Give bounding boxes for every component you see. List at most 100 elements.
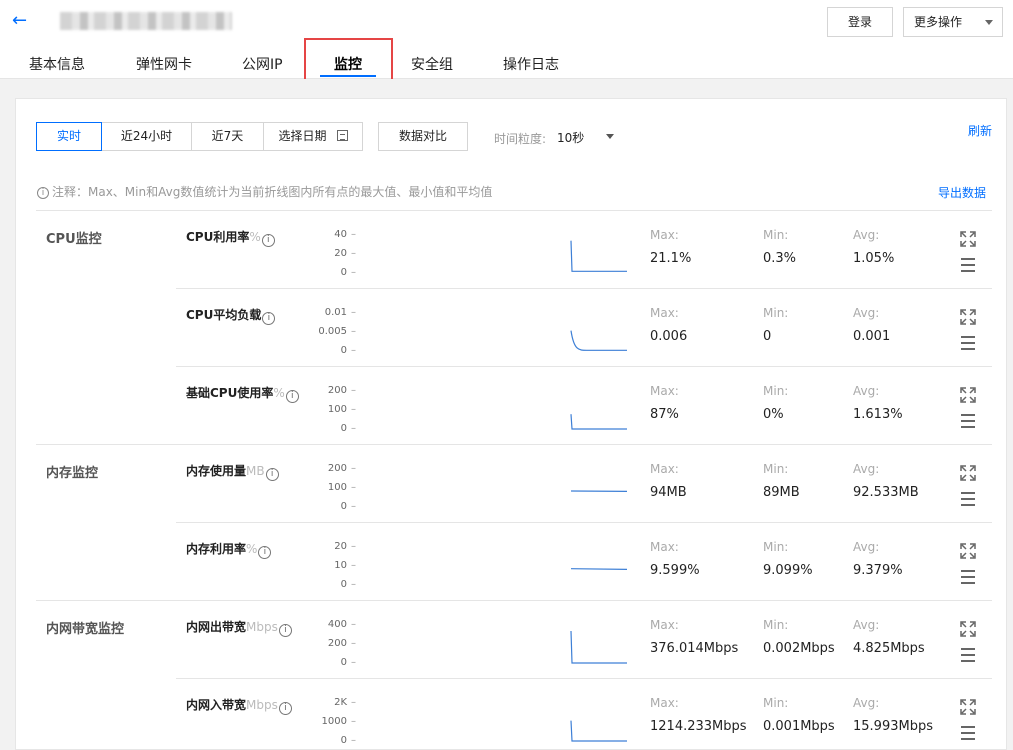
help-icon[interactable]: i <box>278 702 292 715</box>
more-actions-dropdown[interactable]: 更多操作 <box>903 7 1003 37</box>
date-picker-button[interactable]: 选择日期 <box>263 122 363 151</box>
tab-bar: 基本信息 弹性网卡 公网IP 监控 安全组 操作日志 <box>0 44 1013 79</box>
stat-avg-value: 92.533MB <box>853 485 919 500</box>
menu-icon-bar <box>961 654 975 656</box>
stat-min-label: Min: <box>763 540 789 554</box>
menu-icon[interactable] <box>960 569 976 585</box>
metric-name-label: 基础CPU使用率 <box>186 386 274 400</box>
metric-name: 内网出带宽Mbps i <box>186 618 292 637</box>
menu-icon-bar <box>961 738 975 740</box>
stat-max-value: 21.1% <box>650 251 692 266</box>
stat-avg-label: Avg: <box>853 306 880 320</box>
menu-icon[interactable] <box>960 413 976 429</box>
refresh-link[interactable]: 刷新 <box>968 122 992 139</box>
y-axis-tick: 200 <box>300 463 356 474</box>
back-arrow-icon[interactable]: ← <box>12 10 32 32</box>
menu-icon[interactable] <box>960 335 976 351</box>
expand-icon[interactable] <box>960 231 976 247</box>
y-axis-tick: 200 <box>300 638 356 649</box>
expand-icon[interactable] <box>960 465 976 481</box>
date-picker-label: 选择日期 <box>278 129 327 143</box>
sparkline-path <box>570 330 627 351</box>
row-separator <box>36 444 992 445</box>
stat-max-value: 9.599% <box>650 563 700 578</box>
metric-name: 内网入带宽Mbps i <box>186 696 292 715</box>
tab-operation-log[interactable]: 操作日志 <box>503 54 559 74</box>
stat-min-value: 0% <box>763 407 784 422</box>
menu-icon-bar <box>961 342 975 344</box>
toolbar-separator <box>36 210 992 211</box>
stat-min-label: Min: <box>763 618 789 632</box>
metric-unit: Mbps <box>246 620 278 634</box>
granularity-chevron-down-icon[interactable] <box>606 134 614 139</box>
metric-name-label: 内存利用率 <box>186 542 247 556</box>
y-axis-tick: 0 <box>300 501 356 512</box>
sparkline-chart <box>570 240 627 272</box>
range-realtime-button[interactable]: 实时 <box>36 122 102 151</box>
tab-security-group[interactable]: 安全组 <box>411 54 453 74</box>
stat-max-value: 376.014Mbps <box>650 641 739 656</box>
metric-unit: Mbps <box>246 698 278 712</box>
stat-max-value: 0.006 <box>650 329 688 344</box>
menu-icon-bar <box>961 582 975 584</box>
menu-icon-bar <box>961 660 975 662</box>
help-icon[interactable]: i <box>258 546 272 559</box>
row-separator <box>176 366 992 367</box>
data-compare-button[interactable]: 数据对比 <box>378 122 468 151</box>
y-axis-tick: 200 <box>300 385 356 396</box>
help-icon[interactable]: i <box>265 468 279 481</box>
granularity-select[interactable]: 10秒 <box>557 129 584 146</box>
y-axis-tick: 1000 <box>300 716 356 727</box>
menu-icon[interactable] <box>960 491 976 507</box>
metric-name-label: CPU利用率 <box>186 230 250 244</box>
tab-public-ip[interactable]: 公网IP <box>242 54 283 74</box>
stat-max-label: Max: <box>650 618 679 632</box>
blurred-instance-name <box>60 12 232 30</box>
range-24h-button[interactable]: 近24小时 <box>101 122 192 151</box>
y-axis-tick: 20 <box>300 248 356 259</box>
menu-icon-bar <box>961 426 975 428</box>
expand-icon[interactable] <box>960 543 976 559</box>
stat-avg-value: 9.379% <box>853 563 903 578</box>
menu-icon-bar <box>961 420 975 422</box>
stat-avg-label: Avg: <box>853 696 880 710</box>
help-icon[interactable]: i <box>278 624 292 637</box>
menu-icon-bar <box>961 504 975 506</box>
y-axis-tick: 0.005 <box>300 326 356 337</box>
menu-icon[interactable] <box>960 257 976 273</box>
stat-avg-value: 15.993Mbps <box>853 719 933 734</box>
metric-name: 内存利用率% i <box>186 540 272 559</box>
row-separator <box>176 522 992 523</box>
expand-icon[interactable] <box>960 621 976 637</box>
y-axis-tick: 0 <box>300 657 356 668</box>
login-button[interactable]: 登录 <box>827 7 893 37</box>
y-axis-tick: 0.01 <box>300 307 356 318</box>
range-7d-button[interactable]: 近7天 <box>191 122 264 151</box>
sparkline-path <box>570 630 627 664</box>
menu-icon-bar <box>961 726 975 728</box>
y-axis-tick: 400 <box>300 619 356 630</box>
menu-icon[interactable] <box>960 725 976 741</box>
expand-icon[interactable] <box>960 309 976 325</box>
metric-unit: % <box>246 542 258 556</box>
help-icon[interactable]: i <box>261 234 275 247</box>
help-icon[interactable]: i <box>285 390 299 403</box>
expand-icon[interactable] <box>960 699 976 715</box>
y-axis-tick: 100 <box>300 482 356 493</box>
metric-name-label: 内存使用量 <box>186 464 247 478</box>
stat-min-label: Min: <box>763 228 789 242</box>
menu-icon[interactable] <box>960 647 976 663</box>
y-axis-tick: 2K <box>300 697 356 708</box>
group-label: 内存监控 <box>46 466 99 481</box>
tab-basic-info[interactable]: 基本信息 <box>29 54 85 74</box>
export-data-link[interactable]: 导出数据 <box>938 184 986 201</box>
stat-min-value: 0.002Mbps <box>763 641 835 656</box>
help-icon[interactable]: i <box>262 312 276 325</box>
metric-name-label: CPU平均负载 <box>186 308 262 322</box>
y-axis-tick: 0 <box>300 345 356 356</box>
expand-icon[interactable] <box>960 387 976 403</box>
y-axis-tick: 0 <box>300 267 356 278</box>
stat-min-value: 0 <box>763 329 772 344</box>
tab-eni[interactable]: 弹性网卡 <box>136 54 192 74</box>
row-separator <box>176 678 992 679</box>
